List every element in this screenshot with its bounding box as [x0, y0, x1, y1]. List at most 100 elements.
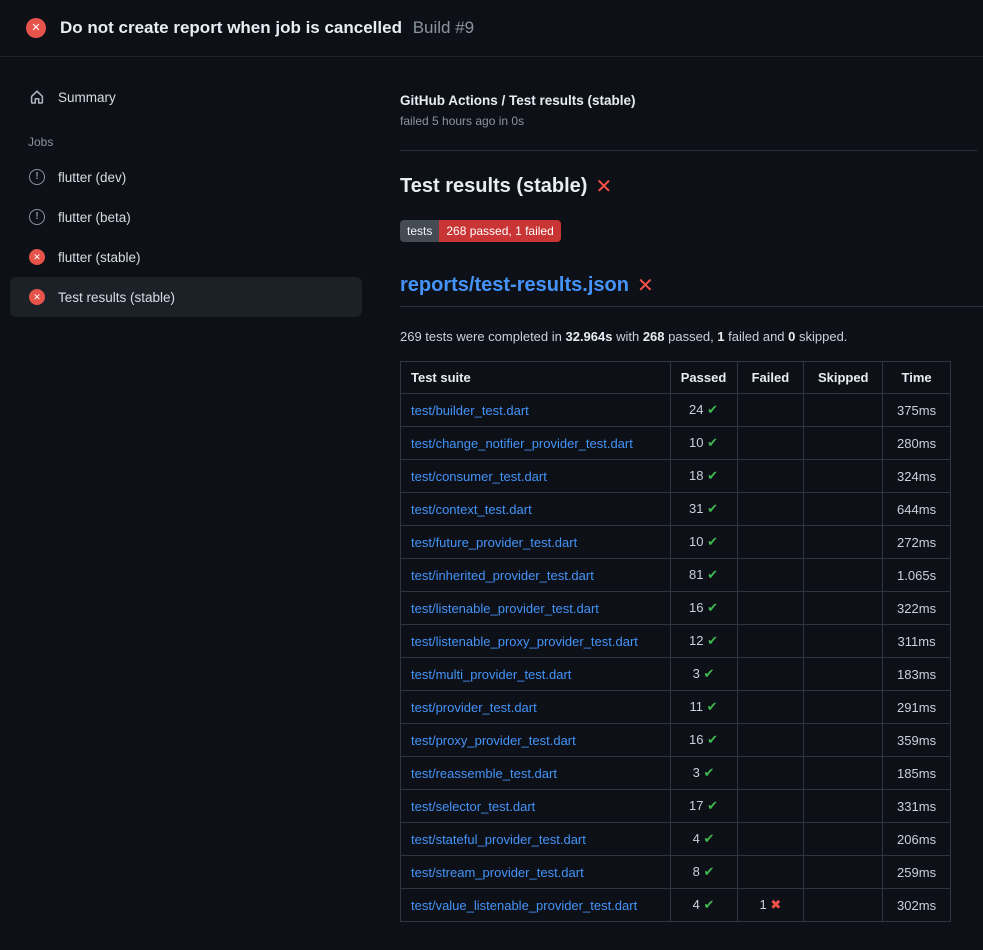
time-cell: 311ms	[883, 625, 951, 658]
home-icon	[28, 89, 46, 105]
test-suite-link[interactable]: test/listenable_provider_test.dart	[411, 601, 599, 616]
summary-line: 269 tests were completed in 32.964s with…	[400, 329, 951, 344]
passed-cell: 24 ✔	[670, 394, 737, 427]
test-suite-link[interactable]: test/change_notifier_provider_test.dart	[411, 436, 633, 451]
time-cell: 359ms	[883, 724, 951, 757]
passed-cell: 12 ✔	[670, 625, 737, 658]
skipped-cell	[804, 559, 883, 592]
suite-cell: test/context_test.dart	[401, 493, 671, 526]
suite-cell: test/listenable_proxy_provider_test.dart	[401, 625, 671, 658]
table-row: test/listenable_provider_test.dart16 ✔32…	[401, 592, 951, 625]
test-suite-link[interactable]: test/value_listenable_provider_test.dart	[411, 898, 637, 913]
table-row: test/builder_test.dart 24 ✔ 375ms	[401, 394, 951, 427]
check-icon: ✔	[707, 534, 718, 549]
table-row: test/reassemble_test.dart3 ✔185ms	[401, 757, 951, 790]
check-icon: ✔	[703, 897, 714, 912]
failed-status-icon: ✕	[29, 289, 45, 305]
section-title: Test results (stable) ✕	[400, 175, 951, 198]
sidebar-item-test-results-stable[interactable]: ✕ Test results (stable)	[10, 277, 362, 317]
table-row: test/provider_test.dart11 ✔291ms	[401, 691, 951, 724]
x-icon: ✕	[595, 177, 612, 197]
test-suite-link[interactable]: test/multi_provider_test.dart	[411, 667, 571, 682]
check-icon: ✔	[703, 765, 714, 780]
passed-cell: 4 ✔	[670, 823, 737, 856]
x-icon: ✖	[770, 897, 781, 912]
col-header-skipped: Skipped	[804, 362, 883, 394]
test-suite-link[interactable]: test/selector_test.dart	[411, 799, 535, 814]
failed-count: 1	[717, 329, 724, 344]
app-header: ✕ Do not create report when job is cance…	[0, 0, 983, 57]
table-row: test/future_provider_test.dart10 ✔272ms	[401, 526, 951, 559]
sidebar-item-flutter-beta[interactable]: ! flutter (beta)	[10, 197, 362, 237]
test-suite-link[interactable]: test/reassemble_test.dart	[411, 766, 557, 781]
badge-label: tests	[400, 220, 439, 242]
skipped-cell	[804, 493, 883, 526]
skipped-cell	[804, 658, 883, 691]
test-suite-link[interactable]: test/proxy_provider_test.dart	[411, 733, 576, 748]
test-suite-link[interactable]: test/stream_provider_test.dart	[411, 865, 584, 880]
main-content: GitHub Actions / Test results (stable) f…	[376, 57, 983, 922]
time-cell: 324ms	[883, 460, 951, 493]
failed-cell	[737, 625, 804, 658]
failed-cell: 1 ✖	[737, 889, 804, 922]
test-suite-link[interactable]: test/builder_test.dart	[411, 403, 529, 418]
time-cell: 185ms	[883, 757, 951, 790]
suite-cell: test/stream_provider_test.dart	[401, 856, 671, 889]
time-cell: 644ms	[883, 493, 951, 526]
run-status-line: failed 5 hours ago in 0s	[400, 114, 951, 128]
check-icon: ✔	[707, 435, 718, 450]
table-row: test/inherited_provider_test.dart81 ✔1.0…	[401, 559, 951, 592]
passed-cell: 8 ✔	[670, 856, 737, 889]
test-suite-link[interactable]: test/listenable_proxy_provider_test.dart	[411, 634, 638, 649]
test-suite-link[interactable]: test/inherited_provider_test.dart	[411, 568, 594, 583]
table-row: test/listenable_proxy_provider_test.dart…	[401, 625, 951, 658]
passed-cell: 17 ✔	[670, 790, 737, 823]
suite-cell: test/proxy_provider_test.dart	[401, 724, 671, 757]
col-header-time: Time	[883, 362, 951, 394]
table-row: test/multi_provider_test.dart3 ✔183ms	[401, 658, 951, 691]
skipped-cell	[804, 526, 883, 559]
skipped-cell	[804, 823, 883, 856]
x-icon: ✕	[637, 276, 654, 296]
passed-cell: 16 ✔	[670, 592, 737, 625]
time-cell: 206ms	[883, 823, 951, 856]
summary-label: Summary	[58, 90, 116, 105]
check-icon: ✔	[707, 633, 718, 648]
time-cell: 183ms	[883, 658, 951, 691]
test-suite-link[interactable]: test/consumer_test.dart	[411, 469, 547, 484]
skipped-cell	[804, 757, 883, 790]
test-suite-link[interactable]: test/provider_test.dart	[411, 700, 537, 715]
check-icon: ✔	[707, 402, 718, 417]
check-icon: ✔	[703, 864, 714, 879]
table-header-row: Test suite Passed Failed Skipped Time	[401, 362, 951, 394]
neutral-status-icon: !	[29, 169, 45, 185]
time-cell: 259ms	[883, 856, 951, 889]
time-cell: 291ms	[883, 691, 951, 724]
page-title-row: Do not create report when job is cancell…	[60, 18, 474, 38]
job-label: Test results (stable)	[58, 290, 175, 305]
failed-cell	[737, 460, 804, 493]
skipped-cell	[804, 889, 883, 922]
neutral-status-icon: !	[29, 209, 45, 225]
test-suite-link[interactable]: test/future_provider_test.dart	[411, 535, 577, 550]
sidebar-item-summary[interactable]: Summary	[10, 77, 362, 117]
sidebar-item-flutter-dev[interactable]: ! flutter (dev)	[10, 157, 362, 197]
col-header-passed: Passed	[670, 362, 737, 394]
passed-cell: 10 ✔	[670, 526, 737, 559]
check-icon: ✔	[707, 567, 718, 582]
skipped-cell	[804, 460, 883, 493]
test-suite-link[interactable]: test/context_test.dart	[411, 502, 532, 517]
failed-cell	[737, 427, 804, 460]
passed-cell: 10 ✔	[670, 427, 737, 460]
test-suite-link[interactable]: test/stateful_provider_test.dart	[411, 832, 586, 847]
report-link[interactable]: reports/test-results.json	[400, 274, 629, 297]
results-table: Test suite Passed Failed Skipped Time te…	[400, 361, 951, 922]
failed-status-icon: ✕	[26, 18, 46, 38]
time-cell: 375ms	[883, 394, 951, 427]
table-row: test/consumer_test.dart18 ✔324ms	[401, 460, 951, 493]
failed-cell	[737, 394, 804, 427]
passed-cell: 16 ✔	[670, 724, 737, 757]
sidebar-item-flutter-stable[interactable]: ✕ flutter (stable)	[10, 237, 362, 277]
check-icon: ✔	[703, 831, 714, 846]
suite-cell: test/multi_provider_test.dart	[401, 658, 671, 691]
